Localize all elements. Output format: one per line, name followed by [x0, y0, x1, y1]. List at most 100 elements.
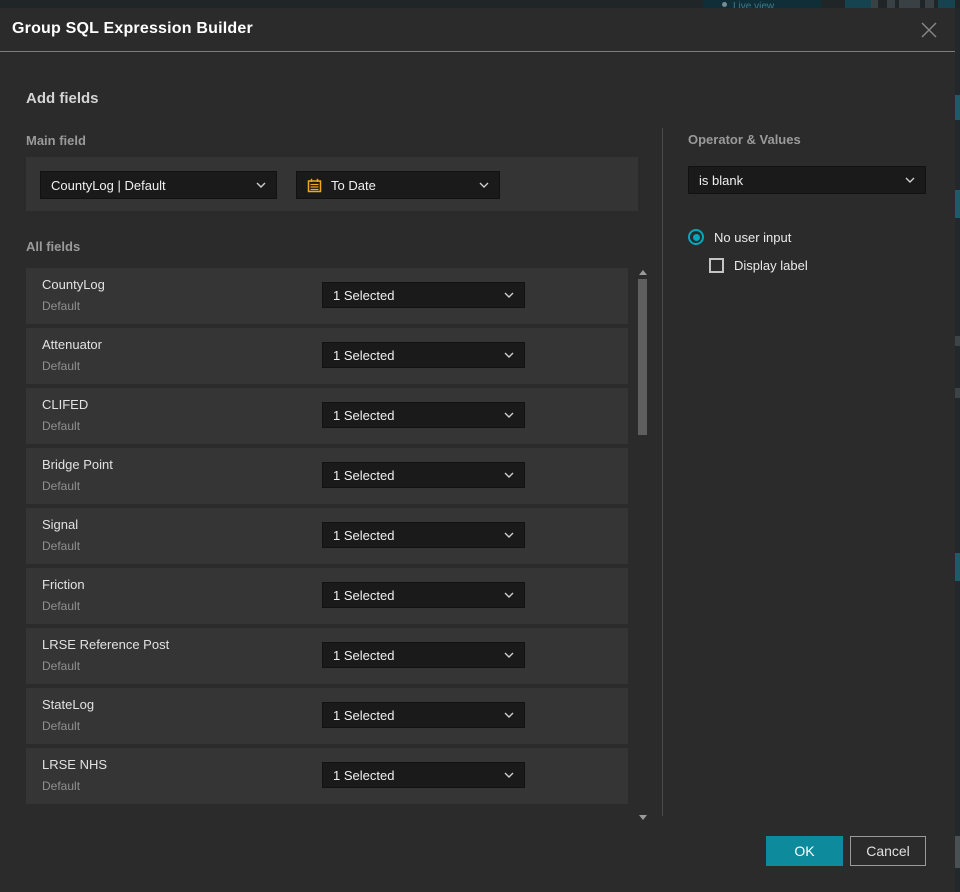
- backdrop-toolbar: Live view: [0, 0, 960, 8]
- main-field-select-value: CountyLog | Default: [51, 177, 166, 193]
- field-subtitle: Default: [42, 299, 81, 313]
- chevron-down-icon: [256, 182, 266, 188]
- field-values-selected: 1 Selected: [333, 407, 395, 423]
- backdrop-toolbar-fragment: [925, 0, 934, 8]
- chevron-down-icon: [504, 652, 514, 658]
- field-values-selected: 1 Selected: [333, 527, 395, 543]
- field-values-selected: 1 Selected: [333, 707, 395, 723]
- field-values-selected: 1 Selected: [333, 287, 395, 303]
- backdrop-fragment: [955, 95, 960, 120]
- field-values-selected: 1 Selected: [333, 467, 395, 483]
- backdrop-fragment: [955, 553, 960, 581]
- backdrop-right-strip: [955, 8, 960, 892]
- field-values-selected: 1 Selected: [333, 587, 395, 603]
- scrollbar-thumb[interactable]: [638, 279, 647, 435]
- field-name: Friction: [42, 577, 85, 592]
- backdrop-fragment: [955, 836, 960, 868]
- no-user-input-radio[interactable]: No user input: [688, 229, 791, 245]
- ok-button[interactable]: OK: [766, 836, 843, 866]
- field-subtitle: Default: [42, 539, 81, 553]
- field-values-dropdown[interactable]: 1 Selected: [322, 462, 525, 488]
- list-scrollbar[interactable]: [637, 270, 649, 820]
- chevron-down-icon: [504, 412, 514, 418]
- radio-icon: [688, 229, 704, 245]
- field-subtitle: Default: [42, 659, 81, 673]
- dialog-header: Group SQL Expression Builder: [0, 8, 955, 52]
- field-subtitle: Default: [42, 359, 81, 373]
- field-name: Bridge Point: [42, 457, 113, 472]
- backdrop-fragment: [955, 336, 960, 346]
- close-icon[interactable]: [919, 20, 939, 40]
- chevron-down-icon: [905, 177, 915, 183]
- panel-divider: [662, 128, 663, 816]
- field-row: Attenuator Default 1 Selected: [26, 328, 628, 384]
- main-field-date-select[interactable]: To Date: [296, 171, 500, 199]
- field-row: Signal Default 1 Selected: [26, 508, 628, 564]
- no-user-input-label: No user input: [714, 229, 792, 245]
- dialog-title: Group SQL Expression Builder: [12, 20, 253, 37]
- field-name: Signal: [42, 517, 79, 532]
- field-row: CLIFED Default 1 Selected: [26, 388, 628, 444]
- field-values-dropdown[interactable]: 1 Selected: [322, 342, 525, 368]
- field-row: LRSE Reference Post Default 1 Selected: [26, 628, 628, 684]
- field-values-selected: 1 Selected: [333, 347, 395, 363]
- field-row: Friction Default 1 Selected: [26, 568, 628, 624]
- field-name: LRSE NHS: [42, 757, 108, 772]
- field-row: CountyLog Default 1 Selected: [26, 268, 628, 324]
- chevron-down-icon: [504, 592, 514, 598]
- backdrop-toolbar-fragment: [845, 0, 871, 8]
- backdrop-toolbar-fragment: [887, 0, 895, 8]
- add-fields-heading: Add fields: [26, 90, 99, 107]
- date-select-value: To Date: [331, 177, 376, 193]
- field-values-dropdown[interactable]: 1 Selected: [322, 762, 525, 788]
- operator-select-value: is blank: [699, 172, 744, 188]
- chevron-down-icon: [504, 712, 514, 718]
- backdrop-toolbar-fragment: [938, 0, 955, 8]
- field-values-dropdown[interactable]: 1 Selected: [322, 282, 525, 308]
- all-fields-label: All fields: [26, 239, 81, 254]
- backdrop-fragment: [955, 190, 960, 218]
- display-label-text: Display label: [734, 258, 808, 273]
- backdrop-fragment: [955, 388, 960, 398]
- operator-select[interactable]: is blank: [688, 166, 926, 194]
- live-view-button[interactable]: Live view: [703, 0, 821, 8]
- scroll-down-icon[interactable]: [639, 815, 647, 820]
- main-field-select[interactable]: CountyLog | Default: [40, 171, 277, 199]
- chevron-down-icon: [504, 292, 514, 298]
- field-values-dropdown[interactable]: 1 Selected: [322, 402, 525, 428]
- chevron-down-icon: [504, 772, 514, 778]
- field-values-selected: 1 Selected: [333, 647, 395, 663]
- chevron-down-icon: [504, 532, 514, 538]
- field-subtitle: Default: [42, 419, 81, 433]
- field-subtitle: Default: [42, 779, 81, 793]
- backdrop-toolbar-fragment: [871, 0, 878, 8]
- live-dot-icon: [722, 2, 727, 7]
- scroll-up-icon[interactable]: [639, 270, 647, 275]
- chevron-down-icon: [504, 352, 514, 358]
- field-row: LRSE NHS Default 1 Selected: [26, 748, 628, 804]
- chevron-down-icon: [479, 182, 489, 188]
- field-subtitle: Default: [42, 479, 81, 493]
- group-sql-expression-builder-dialog: Group SQL Expression Builder Add fields …: [0, 8, 955, 892]
- screen: Live view Group SQL Expression Builder A…: [0, 0, 960, 892]
- backdrop-toolbar-fragment: [899, 0, 920, 8]
- field-row: StateLog Default 1 Selected: [26, 688, 628, 744]
- field-name: LRSE Reference Post: [42, 637, 170, 652]
- field-values-selected: 1 Selected: [333, 767, 395, 783]
- field-name: CountyLog: [42, 277, 105, 292]
- calendar-icon: [307, 178, 322, 193]
- field-subtitle: Default: [42, 719, 81, 733]
- field-row: Bridge Point Default 1 Selected: [26, 448, 628, 504]
- display-label-checkbox[interactable]: Display label: [709, 258, 808, 273]
- field-values-dropdown[interactable]: 1 Selected: [322, 582, 525, 608]
- cancel-button[interactable]: Cancel: [850, 836, 926, 866]
- field-values-dropdown[interactable]: 1 Selected: [322, 522, 525, 548]
- operator-values-label: Operator & Values: [688, 132, 801, 147]
- field-values-dropdown[interactable]: 1 Selected: [322, 702, 525, 728]
- field-subtitle: Default: [42, 599, 81, 613]
- field-name: StateLog: [42, 697, 95, 712]
- field-values-dropdown[interactable]: 1 Selected: [322, 642, 525, 668]
- chevron-down-icon: [504, 472, 514, 478]
- field-name: CLIFED: [42, 397, 89, 412]
- field-name: Attenuator: [42, 337, 102, 352]
